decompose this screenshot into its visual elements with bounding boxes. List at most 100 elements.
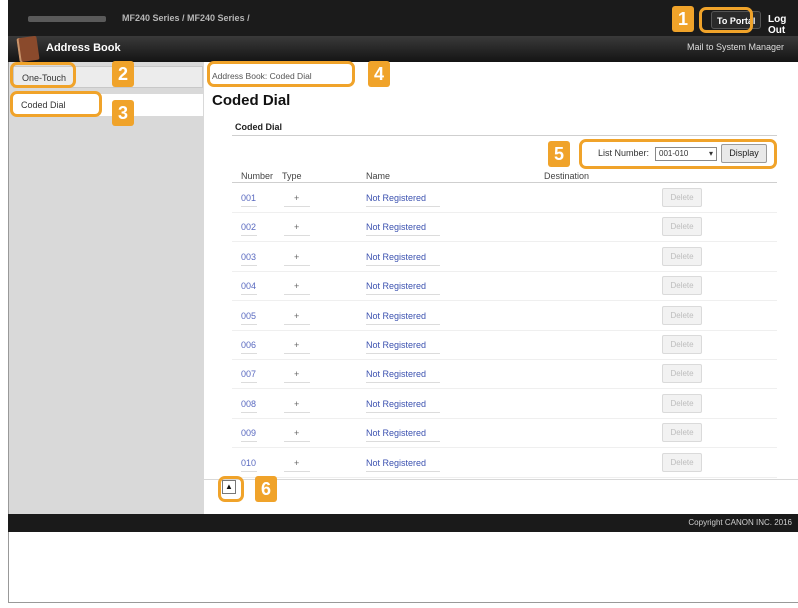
row-type: + [294, 457, 300, 468]
list-number-label: List Number: [598, 148, 650, 158]
delete-button[interactable]: Delete [662, 246, 702, 266]
row-number[interactable]: 007 [241, 369, 256, 379]
sidebar-item-one-touch[interactable]: One-Touch [13, 66, 203, 88]
callout-badge: 6 [255, 476, 277, 502]
mail-to-system-manager-link[interactable]: Mail to System Manager [687, 42, 784, 52]
callout-badge: 3 [112, 100, 134, 126]
underline [241, 470, 257, 472]
underline [366, 411, 440, 413]
table-row: 005 + Not Registered Delete [232, 302, 777, 331]
model-path: MF240 Series / MF240 Series / [28, 13, 250, 23]
underline [284, 235, 310, 237]
underline [241, 382, 257, 384]
row-number[interactable]: 003 [241, 252, 256, 262]
underline [366, 206, 440, 207]
underline [366, 353, 440, 354]
underline [284, 264, 310, 266]
row-name-link[interactable]: Not Registered [366, 281, 426, 291]
row-name-link[interactable]: Not Registered [366, 340, 426, 350]
table-row: 001 + Not Registered Delete [232, 184, 777, 213]
underline [284, 294, 310, 296]
address-book-icon [16, 35, 40, 63]
row-name-link[interactable]: Not Registered [366, 458, 426, 468]
display-button[interactable]: Display [721, 144, 767, 163]
row-name-link[interactable]: Not Registered [366, 193, 426, 203]
table-row: 008 + Not Registered Delete [232, 390, 777, 419]
underline [366, 264, 440, 266]
app-title: Address Book [46, 42, 121, 54]
row-number[interactable]: 006 [241, 340, 256, 350]
row-type: + [294, 281, 300, 292]
underline [284, 382, 310, 384]
row-type: + [294, 193, 300, 203]
delete-button[interactable]: Delete [662, 423, 702, 443]
column-header-number: Number [241, 171, 274, 181]
underline [366, 441, 440, 443]
table-header: Number Type Name Destination [232, 169, 777, 183]
table-row: 006 + Not Registered Delete [232, 331, 777, 360]
table-row: 007 + Not Registered Delete [232, 360, 777, 390]
delete-button[interactable]: Delete [662, 364, 702, 384]
divider [204, 479, 798, 480]
column-header-name: Name [366, 171, 391, 181]
underline [241, 294, 257, 296]
underline [366, 382, 440, 384]
row-name-link[interactable]: Not Registered [366, 222, 426, 232]
back-to-top-button[interactable]: ▲ [222, 480, 236, 494]
delete-button[interactable]: Delete [662, 452, 702, 472]
row-number[interactable]: 004 [241, 281, 256, 291]
row-name-link[interactable]: Not Registered [366, 428, 426, 438]
row-name-link[interactable]: Not Registered [366, 399, 426, 409]
underline [284, 411, 310, 413]
underline [366, 294, 440, 296]
underline [241, 411, 257, 413]
callout-badge: 1 [672, 6, 694, 32]
chevron-down-icon: ▾ [708, 149, 713, 158]
divider [232, 135, 777, 136]
empty-frame-area [8, 532, 798, 603]
row-type: + [294, 222, 300, 233]
logout-link[interactable]: Log Out [768, 14, 798, 36]
row-number[interactable]: 001 [241, 193, 256, 203]
section-title: Coded Dial [235, 122, 283, 132]
row-number[interactable]: 009 [241, 428, 256, 438]
row-name-link[interactable]: Not Registered [366, 252, 426, 262]
table-row: 004 + Not Registered Delete [232, 272, 777, 302]
table-row: 010 + Not Registered Delete [232, 449, 777, 478]
callout-badge: 2 [112, 61, 134, 87]
delete-button[interactable]: Delete [662, 217, 702, 237]
callout-badge: 4 [368, 61, 390, 87]
list-number-value: 001-010 [659, 149, 689, 158]
underline [366, 323, 440, 325]
breadcrumb: Address Book: Coded Dial [212, 71, 312, 81]
delete-button[interactable]: Delete [662, 276, 702, 296]
column-header-type: Type [282, 171, 302, 181]
page-title: Coded Dial [212, 92, 291, 109]
list-number-select[interactable]: 001-010 ▾ [655, 147, 717, 161]
underline [284, 470, 310, 472]
delete-button[interactable]: Delete [662, 335, 702, 354]
column-header-destination: Destination [544, 171, 590, 181]
row-number[interactable]: 005 [241, 311, 256, 321]
row-number[interactable]: 010 [241, 458, 256, 468]
row-type: + [294, 369, 300, 380]
row-name-link[interactable]: Not Registered [366, 311, 426, 321]
row-name-link[interactable]: Not Registered [366, 369, 426, 379]
delete-button[interactable]: Delete [662, 305, 702, 325]
delete-button[interactable]: Delete [662, 188, 702, 207]
callout-badge: 5 [548, 141, 570, 167]
row-number[interactable]: 008 [241, 399, 256, 409]
underline [241, 441, 257, 443]
sidebar-item-coded-dial[interactable]: Coded Dial [13, 94, 203, 116]
underline [241, 264, 257, 266]
table-row: 009 + Not Registered Delete [232, 419, 777, 449]
main-content: Address Book: Coded Dial Coded Dial Code… [204, 62, 798, 514]
footer: Copyright CANON INC. 2016 [8, 514, 798, 532]
underline [366, 470, 440, 472]
copyright-text: Copyright CANON INC. 2016 [688, 518, 792, 527]
row-number[interactable]: 002 [241, 222, 256, 232]
model-path-text: MF240 Series / MF240 Series / [122, 13, 250, 23]
delete-button[interactable]: Delete [662, 393, 702, 413]
to-portal-button[interactable]: To Portal [711, 11, 762, 29]
underline [241, 235, 257, 237]
